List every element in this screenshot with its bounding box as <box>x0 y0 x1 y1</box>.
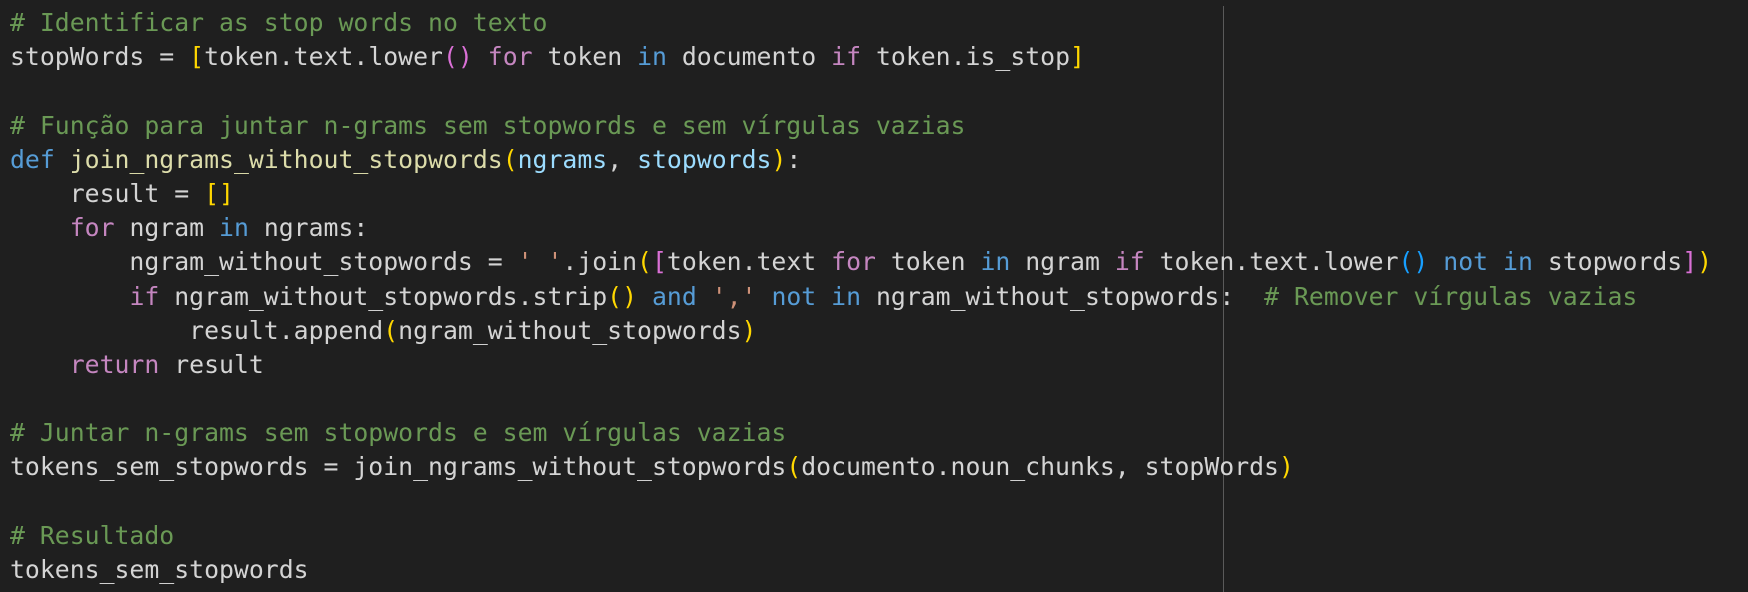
code-token-plain: stopwords <box>1532 247 1683 277</box>
code-token-comment: # Função para juntar n-grams sem stopwor… <box>10 110 966 140</box>
code-token-in: in <box>1503 247 1533 277</box>
code-token-plain: , <box>607 144 638 174</box>
code-token-plain: .join <box>562 247 638 277</box>
code-token-plain: ngram_without_stopwords = <box>10 247 518 277</box>
code-token-plain: result.append <box>10 315 384 345</box>
code-token-string: ',' <box>711 281 757 311</box>
code-token-plain: result <box>159 349 264 379</box>
code-token-in: in <box>980 247 1011 277</box>
code-token-plain: token.text <box>666 247 832 277</box>
code-line[interactable]: return result <box>10 348 1712 382</box>
code-token-plain: documento.noun_chunks, stopWords <box>801 452 1279 482</box>
code-token-comment: # Juntar n-grams sem stopwords e sem vír… <box>10 418 787 448</box>
code-token-plain: documento <box>666 42 832 72</box>
code-token-b2: [ <box>651 247 667 277</box>
code-token-plain: ngram <box>1010 247 1115 277</box>
code-token-param: stopwords <box>637 144 772 174</box>
code-token-b1: ( <box>786 452 802 482</box>
code-line[interactable]: result.append(ngram_without_stopwords) <box>10 314 1712 348</box>
code-token-comment: # Identificar as stop words no texto <box>10 8 548 37</box>
code-token-in: not <box>771 281 817 311</box>
code-token-b1: ) <box>1278 452 1294 482</box>
code-token-b1: ( <box>637 247 652 277</box>
code-token-comment: # Remover vírgulas vazias <box>1264 281 1638 311</box>
code-token-plain: ngram_without_stopwords.strip <box>159 281 608 311</box>
code-token-keyword: for <box>831 247 876 277</box>
code-line[interactable] <box>10 485 1712 519</box>
code-line[interactable]: # Resultado <box>10 519 1712 553</box>
code-token-plain: token.is_stop <box>861 42 1071 72</box>
code-token-keyword: if <box>831 42 862 72</box>
code-token-b1: [] <box>204 178 234 208</box>
code-token-plain: tokens_sem_stopwords <box>10 555 309 584</box>
code-token-keyword: if <box>1114 247 1145 277</box>
code-token-plain: result = <box>10 178 205 208</box>
code-token-def: def <box>10 144 55 174</box>
code-token-in: not <box>1443 247 1489 277</box>
code-line[interactable]: def join_ngrams_without_stopwords(ngrams… <box>10 143 1712 177</box>
code-token-keyword: return <box>69 349 160 379</box>
code-line[interactable]: # Função para juntar n-grams sem stopwor… <box>10 109 1712 143</box>
code-token-in: in <box>637 42 667 72</box>
code-token-b1: ( <box>383 315 399 345</box>
code-token-func: join_ngrams_without_stopwords <box>69 144 503 174</box>
code-token-b2: () <box>442 42 473 72</box>
code-token-b2: ] <box>1682 247 1698 277</box>
code-token-b1: [ <box>189 42 205 72</box>
code-token-b1: () <box>607 281 638 311</box>
code-area[interactable]: # Identificar as stop words no texto stop… <box>10 6 1712 587</box>
code-line[interactable]: ngram_without_stopwords = ' '.join([toke… <box>10 245 1712 279</box>
code-token-plain: ngram_without_stopwords: <box>861 281 1265 311</box>
code-line[interactable]: tokens_sem_stopwords = join_ngrams_witho… <box>10 450 1712 484</box>
code-token-plain: token <box>532 42 638 72</box>
code-token-in: and <box>651 281 697 311</box>
code-token-keyword: for <box>487 42 533 72</box>
code-line[interactable]: # Juntar n-grams sem stopwords e sem vír… <box>10 416 1712 450</box>
code-token-keyword: if <box>129 281 160 311</box>
code-token-plain: tokens_sem_stopwords = join_ngrams_witho… <box>10 452 787 482</box>
code-line[interactable]: tokens_sem_stopwords <box>10 553 1712 587</box>
code-token-b1: ) <box>771 144 787 174</box>
code-line[interactable]: # Identificar as stop words no texto <box>10 6 1712 40</box>
code-token-plain: token.text.lower <box>204 42 443 72</box>
code-token-plain: ngram <box>114 213 220 243</box>
code-token-b1: ) <box>741 315 757 345</box>
code-token-b1: ] <box>1070 42 1085 72</box>
code-token-b1: ( <box>502 144 518 174</box>
code-line[interactable] <box>10 74 1712 108</box>
code-line[interactable] <box>10 382 1712 416</box>
code-token-plain: ngram_without_stopwords <box>398 315 742 345</box>
code-line[interactable]: stopWords = [token.text.lower() for toke… <box>10 40 1712 74</box>
code-line[interactable]: for ngram in ngrams: <box>10 211 1712 245</box>
code-token-plain: token.text.lower <box>1144 247 1399 277</box>
code-token-param: ngrams <box>517 144 608 174</box>
code-line[interactable]: result = [] <box>10 177 1712 211</box>
code-token-keyword: for <box>69 213 115 243</box>
code-editor[interactable]: # Identificar as stop words no texto stop… <box>0 0 1748 592</box>
code-token-plain: stopWords = <box>10 42 190 72</box>
code-token-b3: () <box>1398 247 1429 277</box>
code-token-plain: ngrams: <box>248 213 369 243</box>
code-token-string: ' ' <box>517 247 563 277</box>
code-token-in: in <box>831 281 862 311</box>
code-token-plain: : <box>786 144 802 174</box>
code-token-plain: token <box>875 247 981 277</box>
code-token-comment: # Resultado <box>10 520 175 550</box>
code-token-b1: ) <box>1697 247 1713 277</box>
code-token-in: in <box>219 213 249 243</box>
code-line[interactable]: if ngram_without_stopwords.strip() and '… <box>10 280 1712 314</box>
